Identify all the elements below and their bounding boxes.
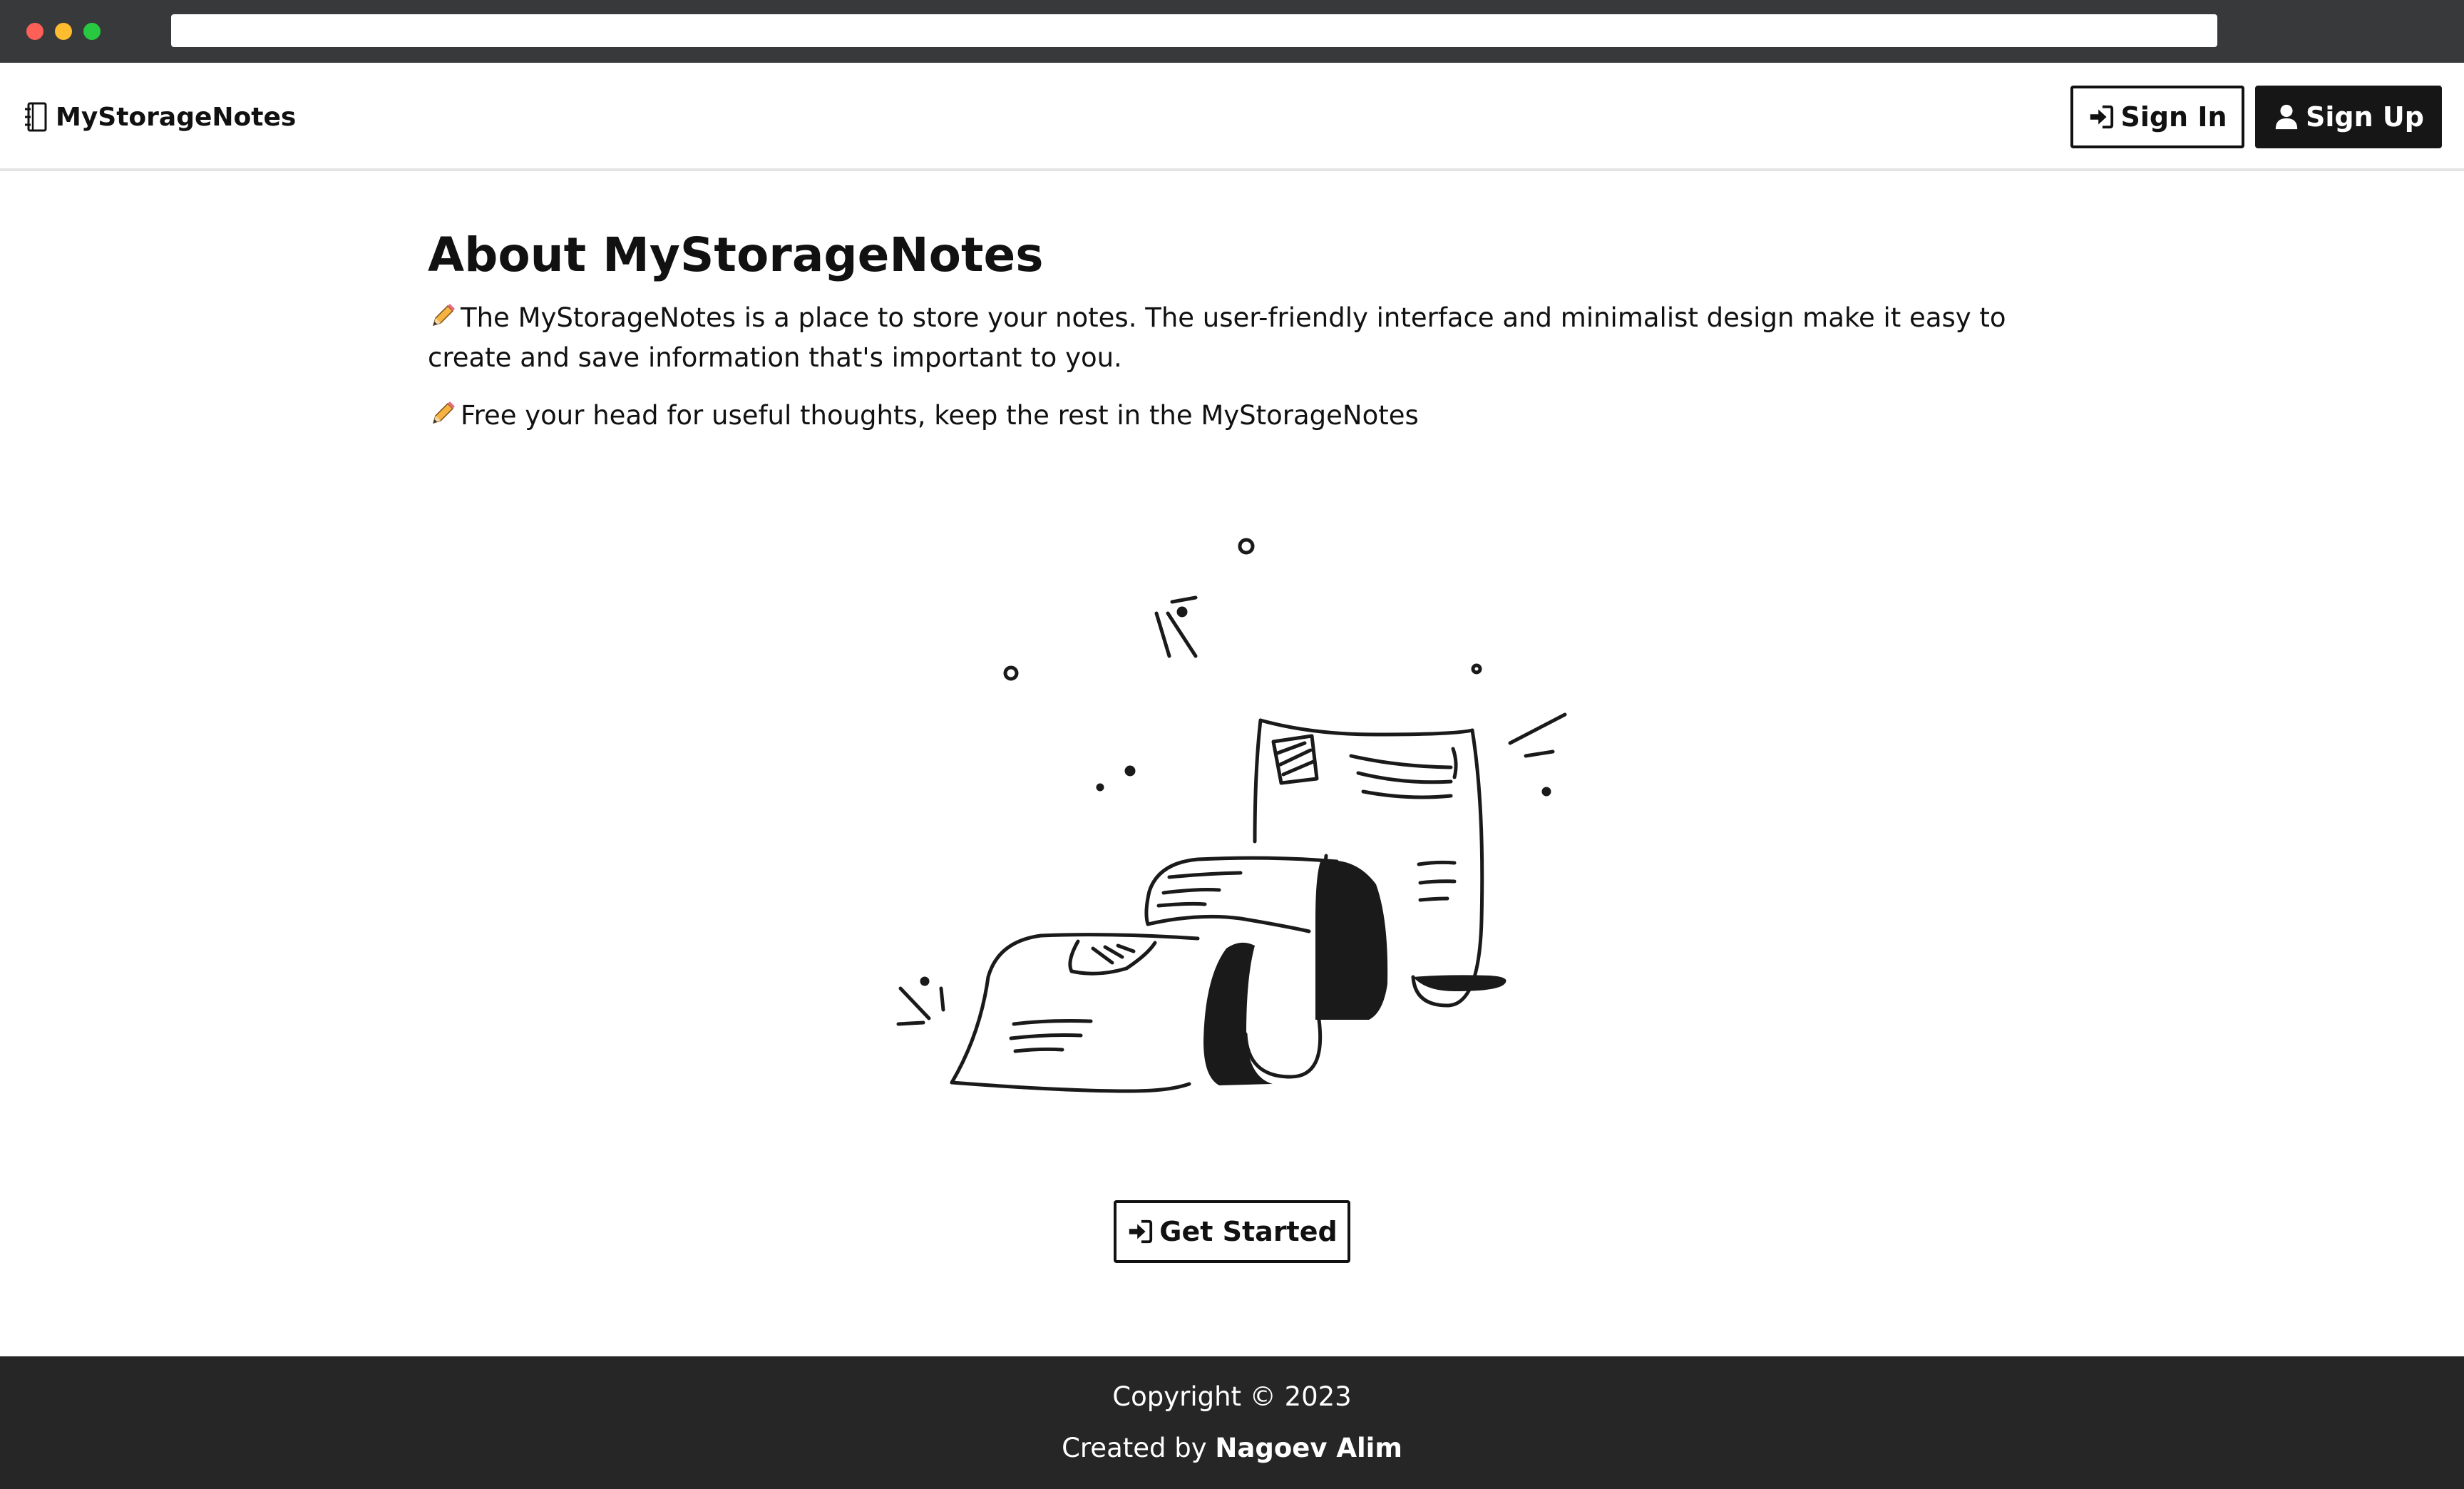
get-started-label: Get Started	[1159, 1216, 1338, 1247]
notebook-icon	[25, 102, 47, 132]
window-maximize-button[interactable]	[83, 23, 101, 40]
window-close-button[interactable]	[26, 23, 43, 40]
pencil-icon	[432, 401, 455, 424]
brand-name: MyStorageNotes	[56, 102, 297, 132]
tagline-paragraph: Free your head for useful thoughts, keep…	[428, 396, 2011, 436]
about-paragraph: The MyStorageNotes is a place to store y…	[428, 298, 2011, 378]
window-minimize-button[interactable]	[55, 23, 72, 40]
sign-in-icon	[2090, 105, 2114, 129]
sign-up-label: Sign Up	[2306, 101, 2424, 133]
browser-chrome	[0, 0, 2464, 63]
sign-in-label: Sign In	[2120, 101, 2227, 133]
author-name: Nagoev Alim	[1215, 1433, 1402, 1463]
sign-in-button[interactable]: Sign In	[2070, 86, 2244, 148]
get-started-button[interactable]: Get Started	[1114, 1200, 1350, 1263]
copyright-text: Copyright © 2023	[1112, 1381, 1352, 1412]
about-text: The MyStorageNotes is a place to store y…	[428, 302, 2006, 373]
created-by-prefix: Created by	[1062, 1433, 1207, 1463]
created-by: Created by Nagoev Alim	[0, 1431, 2464, 1466]
brand-link[interactable]: MyStorageNotes	[24, 100, 296, 134]
address-bar[interactable]	[171, 14, 2217, 47]
pencil-icon	[432, 304, 455, 327]
sign-in-icon	[1129, 1219, 1153, 1244]
paper-scroll-illustration	[896, 538, 1567, 1093]
page-title: About MyStorageNotes	[428, 227, 1044, 282]
footer: Copyright © 2023 Created by Nagoev Alim	[0, 1356, 2464, 1489]
tagline-text: Free your head for useful thoughts, keep…	[461, 400, 1419, 431]
user-icon	[2275, 104, 2298, 130]
sign-up-button[interactable]: Sign Up	[2255, 86, 2442, 148]
